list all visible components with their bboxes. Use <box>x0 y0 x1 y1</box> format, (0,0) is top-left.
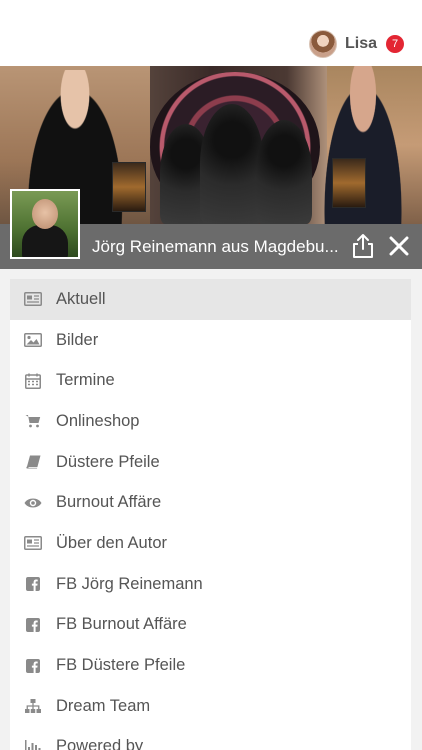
menu-item-label: Düstere Pfeile <box>56 452 160 471</box>
menu-item-bilder[interactable]: Bilder <box>10 320 411 361</box>
book-icon <box>24 454 42 470</box>
menu-item-fb-duestere-pfeile[interactable]: FB Düstere Pfeile <box>10 645 411 686</box>
share-icon <box>353 234 373 258</box>
menu-item-label: FB Düstere Pfeile <box>56 656 186 675</box>
menu-item-dream-team[interactable]: Dream Team <box>10 686 411 727</box>
menu-item-label: FB Burnout Affäre <box>56 615 187 634</box>
eye-icon <box>24 495 42 511</box>
thumbnail-torso <box>22 225 68 257</box>
share-button[interactable] <box>352 233 374 259</box>
thumbnail-face <box>32 199 58 229</box>
menu-item-label: Onlineshop <box>56 411 140 430</box>
banner-hooded-figure <box>256 120 312 224</box>
menu-item-burnout-affaere[interactable]: Burnout Affäre <box>10 482 411 523</box>
menu-item-label: Termine <box>56 371 115 390</box>
menu-item-onlineshop[interactable]: Onlineshop <box>10 401 411 442</box>
facebook-icon <box>24 617 42 633</box>
banner-book <box>332 158 366 208</box>
user-profile[interactable]: Lisa 7 <box>308 30 404 58</box>
menu-item-termine[interactable]: Termine <box>10 360 411 401</box>
facebook-icon <box>24 658 42 674</box>
menu-item-label: Powered by <box>56 737 144 750</box>
menu-item-fb-joerg-reinemann[interactable]: FB Jörg Reinemann <box>10 564 411 605</box>
newspaper-icon <box>24 535 42 551</box>
author-thumbnail[interactable] <box>10 189 80 259</box>
cart-icon <box>24 413 42 429</box>
menu-item-duestere-pfeile[interactable]: Düstere Pfeile <box>10 442 411 483</box>
menu-item-powered-by[interactable]: Powered by <box>10 727 411 750</box>
banner-hooded-figure <box>200 104 264 224</box>
menu-item-label: Über den Autor <box>56 533 167 552</box>
menu-item-aktuell[interactable]: Aktuell <box>10 279 411 320</box>
menu-item-label: Bilder <box>56 330 99 349</box>
top-bar: Lisa 7 <box>0 0 422 66</box>
menu-item-label: Burnout Affäre <box>56 493 162 512</box>
banner-book <box>112 162 146 212</box>
menu-item-label: Dream Team <box>56 696 151 715</box>
sitemap-icon <box>24 698 42 714</box>
facebook-icon <box>24 576 42 592</box>
notification-badge[interactable]: 7 <box>386 35 404 53</box>
bar-chart-icon <box>24 739 42 750</box>
image-icon <box>24 332 42 348</box>
user-avatar[interactable] <box>308 30 337 58</box>
user-name[interactable]: Lisa <box>345 35 377 53</box>
page-title: Jörg Reinemann aus Magdebu... <box>92 237 339 256</box>
close-icon <box>389 236 409 256</box>
menu-item-ueber-den-autor[interactable]: Über den Autor <box>10 523 411 564</box>
close-button[interactable] <box>386 233 412 259</box>
newspaper-icon <box>24 291 42 307</box>
menu-item-label: Aktuell <box>56 289 106 308</box>
navigation-menu: Aktuell Bilder Termine Onlineshop Düster… <box>10 279 411 750</box>
menu-item-fb-burnout-affaere[interactable]: FB Burnout Affäre <box>10 605 411 646</box>
menu-item-label: FB Jörg Reinemann <box>56 574 203 593</box>
calendar-icon <box>24 373 42 389</box>
